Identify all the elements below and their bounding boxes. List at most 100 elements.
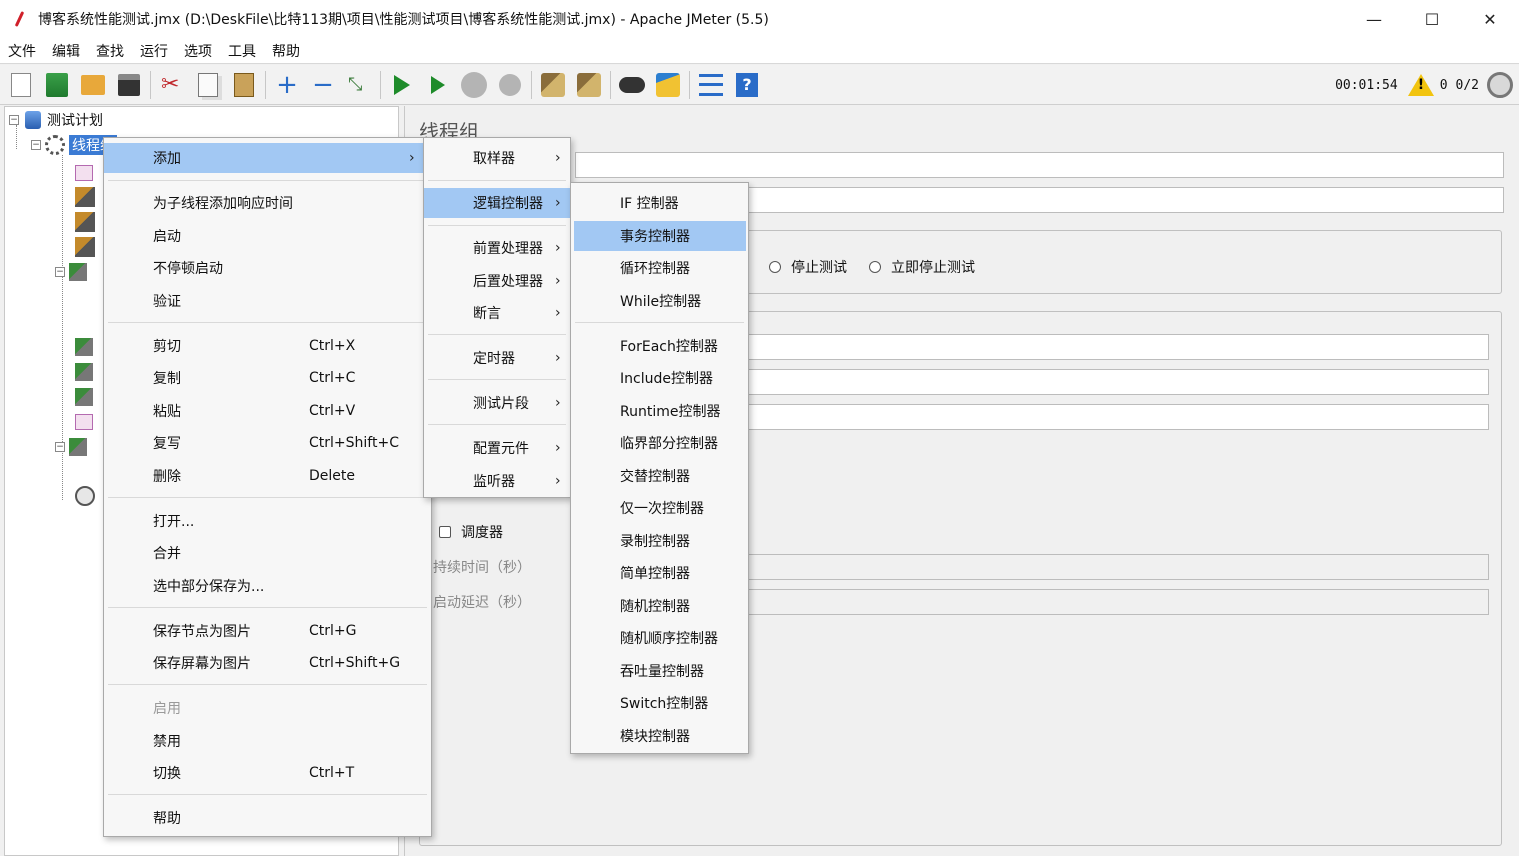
- radio-stop-test-now[interactable]: 立即停止测试: [869, 257, 975, 277]
- collapse-toggle[interactable]: −: [9, 115, 19, 125]
- menu-options[interactable]: 选项: [176, 41, 220, 61]
- menu-item-merge[interactable]: 合并: [104, 538, 431, 568]
- reset-search-button[interactable]: [653, 70, 683, 100]
- copy-button[interactable]: [193, 70, 223, 100]
- menu-item-save-selection[interactable]: 选中部分保存为...: [104, 571, 431, 601]
- clear-all-button[interactable]: [574, 70, 604, 100]
- menu-item-switch-controller[interactable]: Switch控制器: [571, 688, 748, 718]
- menu-help[interactable]: 帮助: [264, 41, 308, 61]
- collapse-all-button[interactable]: −: [308, 70, 338, 100]
- menu-item-start[interactable]: 启动: [104, 221, 431, 251]
- menu-item-add-think-time[interactable]: 为子线程添加响应时间: [104, 188, 431, 218]
- menu-item-random-order-controller[interactable]: 随机顺序控制器: [571, 623, 748, 653]
- tree-node[interactable]: [75, 485, 99, 507]
- menu-item-save-screen-image[interactable]: 保存屏幕为图片 Ctrl+Shift+G: [104, 648, 431, 678]
- menu-item-post-processor[interactable]: 后置处理器 ›: [424, 266, 570, 296]
- radio-stop-test[interactable]: 停止测试: [769, 257, 847, 277]
- name-field[interactable]: [575, 152, 1504, 178]
- search-button[interactable]: [617, 70, 647, 100]
- menu-item-once-only-controller[interactable]: 仅一次控制器: [571, 493, 748, 523]
- startup-delay-field[interactable]: [745, 589, 1489, 615]
- menu-item-transaction-controller[interactable]: 事务控制器: [574, 221, 746, 251]
- menu-run[interactable]: 运行: [132, 41, 176, 61]
- stop-button[interactable]: [459, 70, 489, 100]
- tree-node[interactable]: [75, 162, 97, 184]
- menu-item-foreach-controller[interactable]: ForEach控制器: [571, 331, 748, 361]
- ramp-up-field[interactable]: [745, 369, 1489, 395]
- menu-item-remove[interactable]: 删除 Delete: [104, 461, 431, 491]
- menu-item-toggle[interactable]: 切换 Ctrl+T: [104, 758, 431, 788]
- start-no-pause-button[interactable]: [423, 70, 453, 100]
- menu-file[interactable]: 文件: [0, 41, 44, 61]
- menu-tools[interactable]: 工具: [220, 41, 264, 61]
- collapse-toggle[interactable]: −: [55, 267, 65, 277]
- cut-button[interactable]: ✂: [157, 70, 187, 100]
- tree-node[interactable]: [75, 186, 99, 208]
- menu-item-help[interactable]: 帮助: [104, 803, 431, 833]
- menu-item-test-fragment[interactable]: 测试片段 ›: [424, 388, 570, 418]
- tree-node[interactable]: [75, 336, 97, 358]
- menu-item-start-no-pause[interactable]: 不停顿启动: [104, 253, 431, 283]
- shutdown-button[interactable]: [495, 70, 525, 100]
- menu-item-add[interactable]: 添加 ›: [104, 143, 431, 173]
- menu-item-simple-controller[interactable]: 简单控制器: [571, 558, 748, 588]
- menu-item-paste[interactable]: 粘贴 Ctrl+V: [104, 396, 431, 426]
- tree-node[interactable]: −: [55, 436, 91, 458]
- menu-item-recording-controller[interactable]: 录制控制器: [571, 526, 748, 556]
- menu-item-assertion[interactable]: 断言 ›: [424, 298, 570, 328]
- collapse-toggle[interactable]: −: [31, 140, 41, 150]
- minimize-button[interactable]: —: [1345, 0, 1403, 38]
- menu-item-while-controller[interactable]: While控制器: [571, 286, 748, 316]
- menu-item-validate[interactable]: 验证: [104, 286, 431, 316]
- help-button[interactable]: ?: [732, 70, 762, 100]
- duration-field[interactable]: [745, 554, 1489, 580]
- menu-item-include-controller[interactable]: Include控制器: [571, 363, 748, 393]
- start-button[interactable]: [387, 70, 417, 100]
- menu-item-sampler[interactable]: 取样器 ›: [424, 143, 570, 173]
- menu-item-module-controller[interactable]: 模块控制器: [571, 721, 748, 751]
- menu-item-config-element[interactable]: 配置元件 ›: [424, 433, 570, 463]
- function-helper-button[interactable]: [696, 70, 726, 100]
- tree-node-test-plan[interactable]: − 测试计划: [9, 109, 103, 131]
- menu-item-random-controller[interactable]: 随机控制器: [571, 591, 748, 621]
- menu-item-if-controller[interactable]: IF 控制器: [571, 188, 748, 218]
- toggle-button[interactable]: ⤡: [344, 70, 374, 100]
- menu-item-loop-controller[interactable]: 循环控制器: [571, 253, 748, 283]
- menu-item-duplicate[interactable]: 复写 Ctrl+Shift+C: [104, 428, 431, 458]
- menu-item-cut[interactable]: 剪切 Ctrl+X: [104, 331, 431, 361]
- menu-item-copy[interactable]: 复制 Ctrl+C: [104, 363, 431, 393]
- menu-item-critical-section-controller[interactable]: 临界部分控制器: [571, 428, 748, 458]
- paste-button[interactable]: [229, 70, 259, 100]
- menu-item-pre-processor[interactable]: 前置处理器 ›: [424, 233, 570, 263]
- tree-node[interactable]: [75, 236, 99, 258]
- menu-item-interleave-controller[interactable]: 交替控制器: [571, 461, 748, 491]
- close-button[interactable]: ✕: [1461, 0, 1519, 38]
- tree-node[interactable]: −: [55, 261, 91, 283]
- expand-all-button[interactable]: +: [272, 70, 302, 100]
- tree-node[interactable]: [75, 386, 97, 408]
- menu-item-open[interactable]: 打开...: [104, 506, 431, 536]
- menu-item-timer[interactable]: 定时器 ›: [424, 343, 570, 373]
- tree-node[interactable]: [75, 411, 97, 433]
- num-threads-field[interactable]: [745, 334, 1489, 360]
- menu-search[interactable]: 查找: [88, 41, 132, 61]
- loop-count-field[interactable]: [745, 404, 1489, 430]
- clear-button[interactable]: [538, 70, 568, 100]
- scheduler-checkbox[interactable]: 调度器: [439, 522, 503, 542]
- remote-status-icon[interactable]: [1487, 72, 1513, 98]
- tree-node[interactable]: [75, 211, 99, 233]
- templates-button[interactable]: [42, 70, 72, 100]
- maximize-button[interactable]: ☐: [1403, 0, 1461, 38]
- new-button[interactable]: [6, 70, 36, 100]
- collapse-toggle[interactable]: −: [55, 442, 65, 452]
- menu-item-logic-controller[interactable]: 逻辑控制器 ›: [424, 188, 570, 218]
- menu-item-runtime-controller[interactable]: Runtime控制器: [571, 396, 748, 426]
- open-button[interactable]: [78, 70, 108, 100]
- menu-edit[interactable]: 编辑: [44, 41, 88, 61]
- save-button[interactable]: [114, 70, 144, 100]
- menu-item-save-node-image[interactable]: 保存节点为图片 Ctrl+G: [104, 616, 431, 646]
- menu-item-listener[interactable]: 监听器 ›: [424, 466, 570, 496]
- menu-item-throughput-controller[interactable]: 吞吐量控制器: [571, 656, 748, 686]
- tree-node[interactable]: [75, 361, 97, 383]
- warning-icon[interactable]: [1407, 74, 1434, 96]
